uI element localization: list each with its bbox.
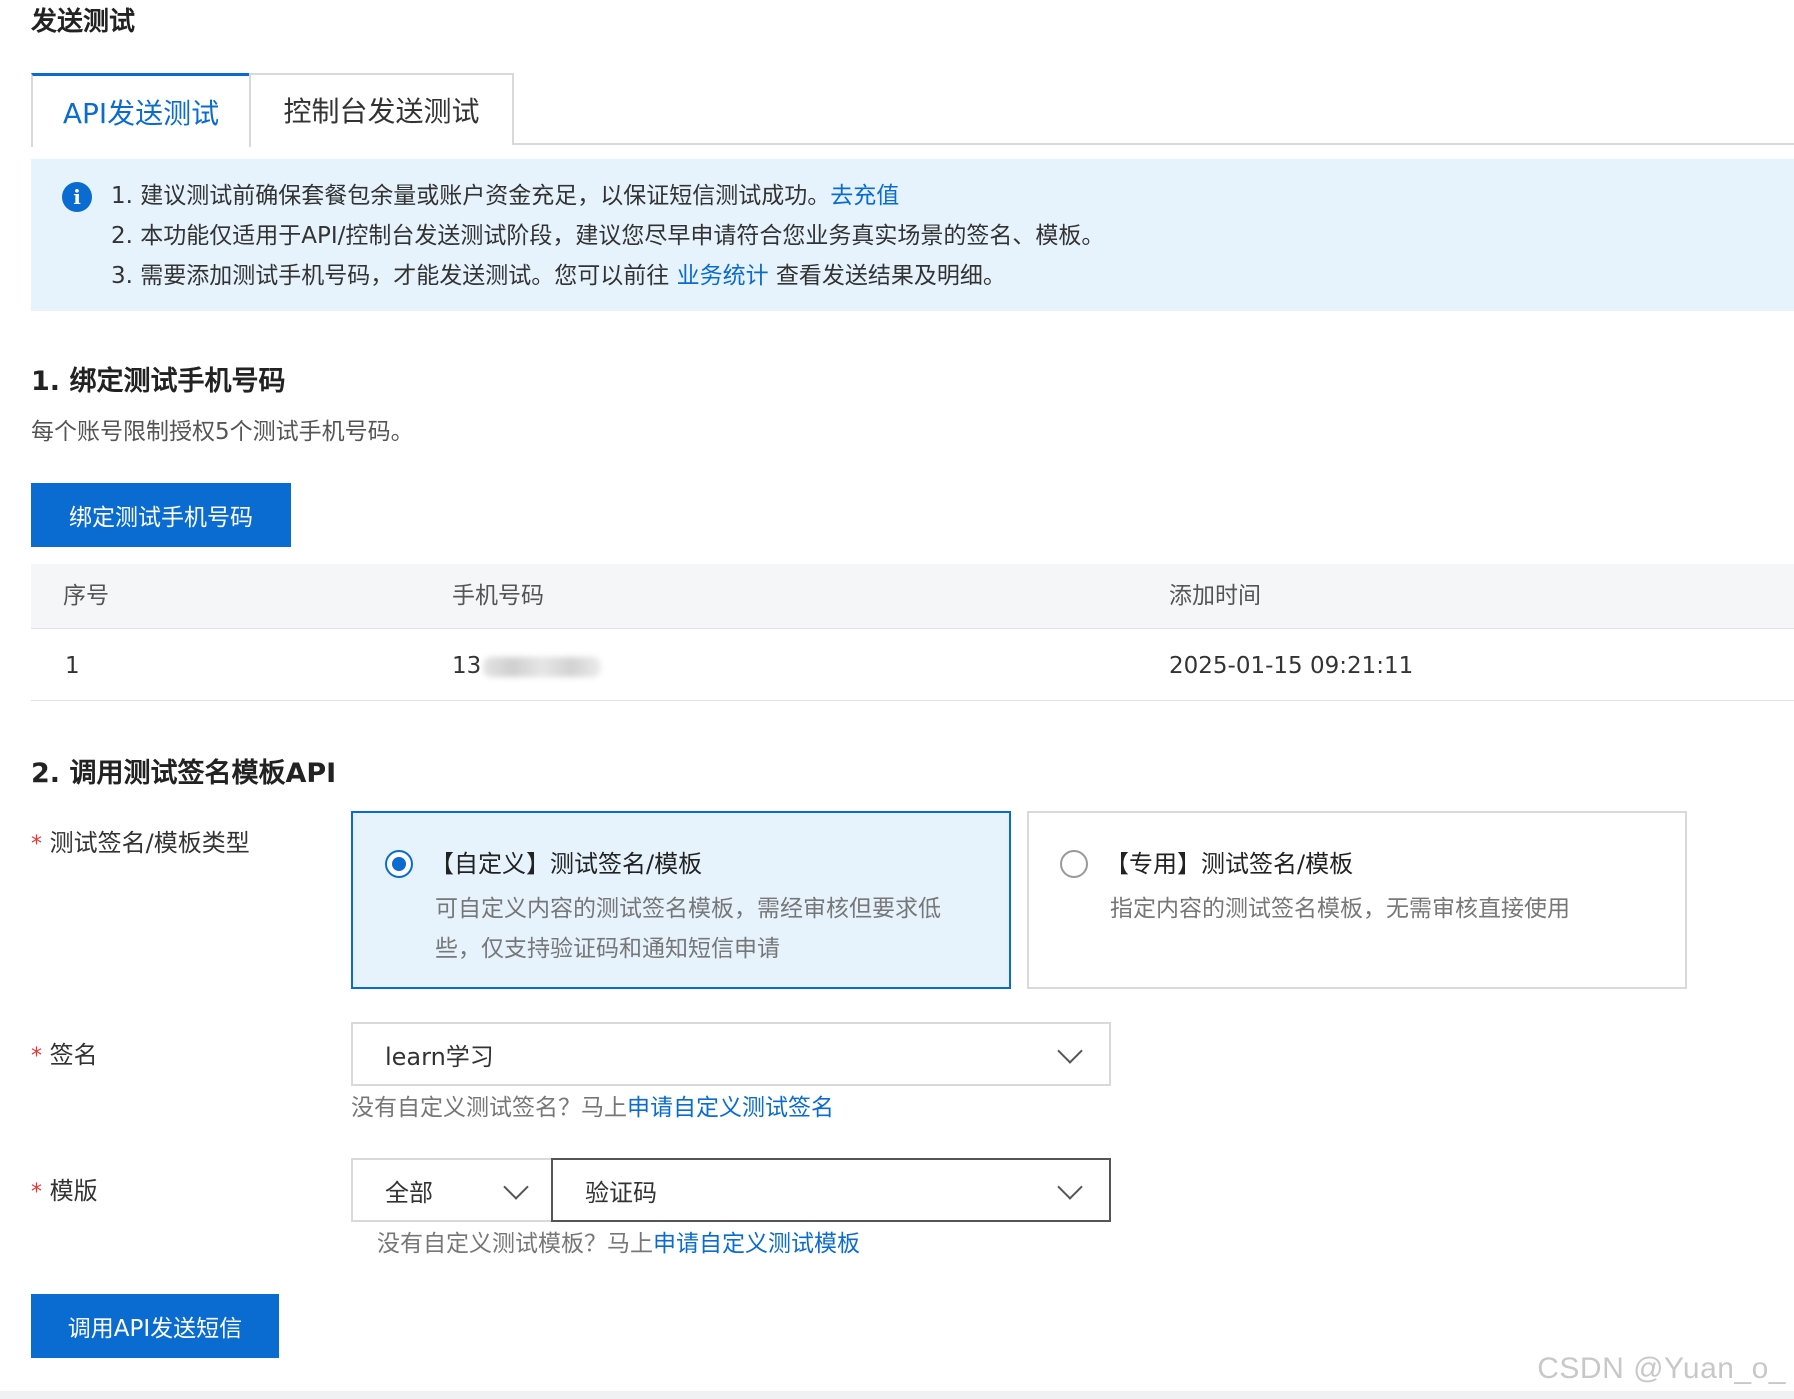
signature-label-text: 签名 xyxy=(49,1041,98,1069)
signature-field-label: * 签名 xyxy=(31,1039,98,1073)
apply-custom-template-link[interactable]: 申请自定义测试模板 xyxy=(653,1231,860,1257)
section-bind-phone-title: 1. 绑定测试手机号码 xyxy=(31,366,286,397)
signature-hint: 没有自定义测试签名？马上申请自定义测试签名 xyxy=(351,1092,834,1124)
signature-select[interactable]: learn学习 xyxy=(351,1022,1111,1086)
option-special-desc: 指定内容的测试签名模板，无需审核直接使用 xyxy=(1110,896,1570,922)
column-header-phone: 手机号码 xyxy=(452,583,544,609)
chevron-down-icon xyxy=(503,1174,529,1200)
cell-index: 1 xyxy=(65,653,80,679)
option-custom-desc-1: 可自定义内容的测试签名模板，需经审核但要求低 xyxy=(435,896,941,922)
info-icon: i xyxy=(62,182,92,212)
watermark: CSDN @Yuan_o_ xyxy=(1537,1352,1786,1385)
signature-hint-text: 没有自定义测试签名？马上 xyxy=(351,1095,627,1121)
notice-text-3-suffix: 查看发送结果及明细。 xyxy=(768,263,1006,289)
template-field-label: * 模版 xyxy=(31,1175,98,1209)
chevron-down-icon xyxy=(1057,1038,1083,1064)
template-filter-select[interactable]: 全部 xyxy=(351,1158,553,1222)
bind-phone-button[interactable]: 绑定测试手机号码 xyxy=(31,483,291,547)
chevron-down-icon xyxy=(1057,1174,1083,1200)
type-label-text: 测试签名/模板类型 xyxy=(49,829,250,857)
template-select[interactable]: 验证码 xyxy=(551,1158,1111,1222)
notice-text-1: 1. 建议测试前确保套餐包余量或账户资金充足，以保证短信测试成功。 xyxy=(111,183,831,209)
recharge-link[interactable]: 去充值 xyxy=(830,183,899,209)
option-custom-title: 【自定义】测试签名/模板 xyxy=(430,850,703,878)
template-hint-text: 没有自定义测试模板？马上 xyxy=(377,1231,653,1257)
section-api-title: 2. 调用测试签名模板API xyxy=(31,758,337,789)
bottom-strip xyxy=(0,1391,1794,1399)
radio-special[interactable] xyxy=(1060,850,1088,878)
cell-added-time: 2025-01-15 09:21:11 xyxy=(1169,653,1414,679)
required-mark: * xyxy=(31,832,42,857)
template-label-text: 模版 xyxy=(49,1177,98,1205)
signature-value: learn学习 xyxy=(385,1042,494,1071)
page-title: 发送测试 xyxy=(31,7,136,37)
column-header-index: 序号 xyxy=(63,583,109,609)
phone-visible-digits: 13 xyxy=(452,653,482,679)
required-mark: * xyxy=(31,1180,42,1205)
notice-line-1: 1. 建议测试前确保套餐包余量或账户资金充足，以保证短信测试成功。去充值 xyxy=(111,180,899,212)
table-row xyxy=(31,629,1794,701)
type-field-label: * 测试签名/模板类型 xyxy=(31,827,250,861)
notice-line-3: 3. 需要添加测试手机号码，才能发送测试。您可以前往 业务统计 查看发送结果及明… xyxy=(111,260,1006,292)
send-sms-api-button[interactable]: 调用API发送短信 xyxy=(31,1294,279,1358)
notice-line-2: 2. 本功能仅适用于API/控制台发送测试阶段，建议您尽早申请符合您业务真实场景… xyxy=(111,223,1105,249)
template-hint: 没有自定义测试模板？马上申请自定义测试模板 xyxy=(377,1228,860,1260)
template-filter-value: 全部 xyxy=(385,1178,433,1207)
blurred-phone-digits xyxy=(483,656,602,677)
apply-custom-signature-link[interactable]: 申请自定义测试签名 xyxy=(627,1095,834,1121)
template-value: 验证码 xyxy=(585,1178,657,1207)
option-special-title: 【专用】测试签名/模板 xyxy=(1105,850,1354,878)
required-mark: * xyxy=(31,1044,42,1069)
option-custom-desc-2: 些，仅支持验证码和通知短信申请 xyxy=(435,936,780,962)
section-bind-phone-desc: 每个账号限制授权5个测试手机号码。 xyxy=(31,419,414,445)
notice-text-3-prefix: 3. 需要添加测试手机号码，才能发送测试。您可以前往 xyxy=(111,263,677,289)
tab-console-send-test[interactable]: 控制台发送测试 xyxy=(249,73,514,145)
business-stats-link[interactable]: 业务统计 xyxy=(677,263,769,289)
radio-custom-selected[interactable] xyxy=(385,850,413,878)
tab-api-send-test[interactable]: API发送测试 xyxy=(31,73,251,147)
table-header xyxy=(31,564,1794,629)
cell-phone: 13 xyxy=(452,650,602,682)
column-header-added-time: 添加时间 xyxy=(1169,583,1261,609)
